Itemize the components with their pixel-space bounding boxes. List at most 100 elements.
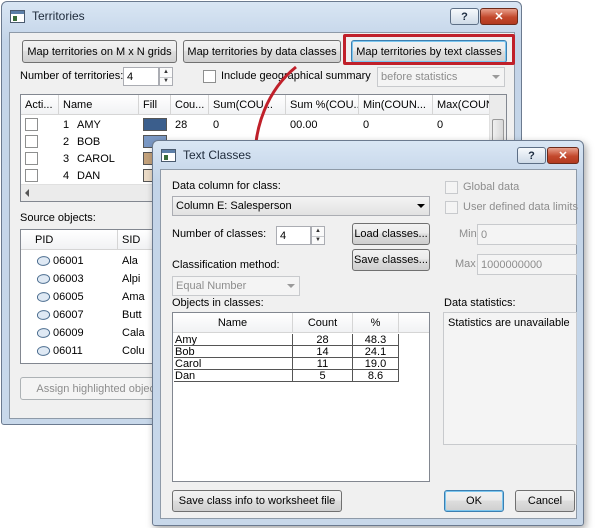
load-classes-button[interactable]: Load classes... (352, 223, 430, 245)
table-row[interactable]: Dan 5 8.6 (174, 370, 399, 382)
row-number: 3 (63, 152, 70, 165)
pin-icon (35, 289, 52, 304)
list-item[interactable]: 06007 Butt (21, 306, 142, 323)
territories-titlebar[interactable]: Territories (2, 2, 521, 30)
num-classes-field[interactable]: 4 (276, 226, 311, 245)
pid-value: 06003 (53, 272, 84, 285)
stepper-up-icon[interactable]: ▲ (160, 68, 172, 77)
statistics-select[interactable]: before statistics (377, 67, 505, 87)
stepper-up-icon[interactable]: ▲ (312, 227, 324, 236)
table-row[interactable]: 2 BOB (21, 133, 171, 150)
data-statistics-label: Data statistics: (444, 297, 516, 309)
column-header[interactable]: Min(COUN... (359, 95, 433, 114)
cancel-button[interactable]: Cancel (515, 490, 575, 512)
sid-cell: Cala (122, 326, 145, 339)
window-title: Territories (32, 9, 85, 23)
territories-table-header: Acti... Name Fill Cou... Sum(COU... Sum … (21, 95, 491, 115)
pid-cell: 06003 (33, 270, 118, 287)
map-data-button[interactable]: Map territories by data classes (183, 40, 341, 63)
table-row[interactable]: 1 AMY 28 0 00.00 0 0 (21, 116, 491, 133)
scroll-left-icon[interactable] (25, 189, 29, 197)
include-geo-checkbox[interactable] (203, 70, 216, 83)
active-checkbox[interactable] (25, 118, 38, 131)
data-column-select[interactable]: Column E: Salesperson (172, 196, 430, 216)
column-header[interactable]: Name (59, 95, 139, 114)
sid-cell: Ala (122, 254, 138, 267)
save-classes-button[interactable]: Save classes... (352, 249, 430, 271)
column-header[interactable]: % (353, 313, 399, 332)
table-row[interactable]: 3 CAROL (21, 150, 171, 167)
sid-cell: Alpi (122, 272, 141, 285)
max-field[interactable]: 1000000000 (477, 254, 577, 275)
list-item[interactable]: 06011 Colu (21, 342, 145, 359)
help-button[interactable]: ? (450, 8, 479, 25)
assign-objects-label: Assign highlighted objects (36, 382, 164, 395)
close-button[interactable]: ✕ (547, 147, 579, 164)
text-classes-client: Data column for class: Column E: Salespe… (160, 169, 578, 519)
min-value: 0 (481, 228, 488, 241)
text-classes-dialog: Text Classes ? ✕ Data column for class: … (152, 140, 584, 526)
help-icon: ? (461, 10, 468, 23)
active-checkbox[interactable] (25, 152, 38, 165)
table-row[interactable]: Carol 11 19.0 (174, 358, 399, 370)
chevron-down-icon (492, 75, 500, 79)
cancel-label: Cancel (527, 495, 563, 507)
num-territories-field[interactable]: 4 (123, 67, 159, 86)
pid-value: 06011 (53, 344, 83, 357)
table-row[interactable]: Amy 28 48.3 (174, 334, 399, 346)
num-classes-value: 4 (280, 229, 287, 242)
data-column-label: Data column for class: (172, 180, 281, 192)
column-header[interactable]: Count (293, 313, 353, 332)
column-header[interactable]: PID (21, 230, 118, 249)
map-grid-button[interactable]: Map territories on M x N grids (22, 40, 177, 63)
global-data-checkbox[interactable] (445, 181, 458, 194)
chevron-down-icon (287, 284, 295, 288)
column-header[interactable]: Name (173, 313, 293, 332)
column-header[interactable]: Cou... (171, 95, 209, 114)
num-classes-stepper[interactable]: ▲ ▼ (311, 226, 325, 245)
list-item[interactable]: 06009 Cala (21, 324, 145, 341)
list-item[interactable]: 06001 Ala (21, 252, 138, 269)
column-header[interactable]: Max(COUN (433, 95, 491, 114)
chevron-down-icon (417, 204, 425, 208)
close-button[interactable]: ✕ (480, 8, 518, 25)
classification-method-label: Classification method: (172, 259, 280, 271)
num-territories-stepper[interactable]: ▲ ▼ (159, 67, 173, 86)
column-header[interactable]: Fill (139, 95, 171, 114)
pid-value: 06001 (53, 254, 84, 267)
num-territories-value: 4 (127, 70, 134, 83)
class-name-cell: Bob (174, 346, 293, 358)
ok-button[interactable]: OK (444, 490, 504, 512)
help-button[interactable]: ? (517, 147, 546, 164)
active-checkbox[interactable] (25, 135, 38, 148)
column-header[interactable]: Sum %(COU... (286, 95, 359, 114)
class-count-cell: 11 (293, 358, 353, 370)
list-item[interactable]: 06005 Ama (21, 288, 145, 305)
min-field[interactable]: 0 (477, 224, 577, 245)
row-number: 4 (63, 169, 70, 182)
stepper-down-icon[interactable]: ▼ (160, 76, 172, 86)
pin-icon (35, 307, 52, 322)
active-checkbox[interactable] (25, 169, 38, 182)
stepper-down-icon[interactable]: ▼ (312, 235, 324, 245)
active-cell (21, 133, 59, 150)
data-statistics-text: Statistics are unavailable (448, 317, 570, 329)
list-item[interactable]: 06003 Alpi (21, 270, 140, 287)
table-row[interactable]: 4 DAN (21, 167, 171, 184)
classification-method-select[interactable]: Equal Number (172, 276, 300, 296)
min-cell: 0 (363, 118, 370, 131)
pid-value: 06009 (53, 326, 84, 339)
row-number: 1 (63, 118, 70, 131)
count-cell: 28 (175, 118, 188, 131)
pin-icon (35, 253, 52, 268)
ok-label: OK (466, 495, 482, 507)
user-limits-checkbox[interactable] (445, 201, 458, 214)
table-row[interactable]: Bob 14 24.1 (174, 346, 399, 358)
pid-value: 06007 (53, 308, 84, 321)
save-class-info-button[interactable]: Save class info to worksheet file (172, 490, 342, 512)
column-header[interactable]: Acti... (21, 95, 59, 114)
fill-swatch[interactable] (143, 118, 167, 131)
column-header[interactable]: Sum(COU... (209, 95, 286, 114)
classes-table[interactable]: Name Count % Amy 28 48.3 Bob 14 24.1 Car… (172, 312, 430, 482)
territory-name: DAN (77, 169, 101, 182)
